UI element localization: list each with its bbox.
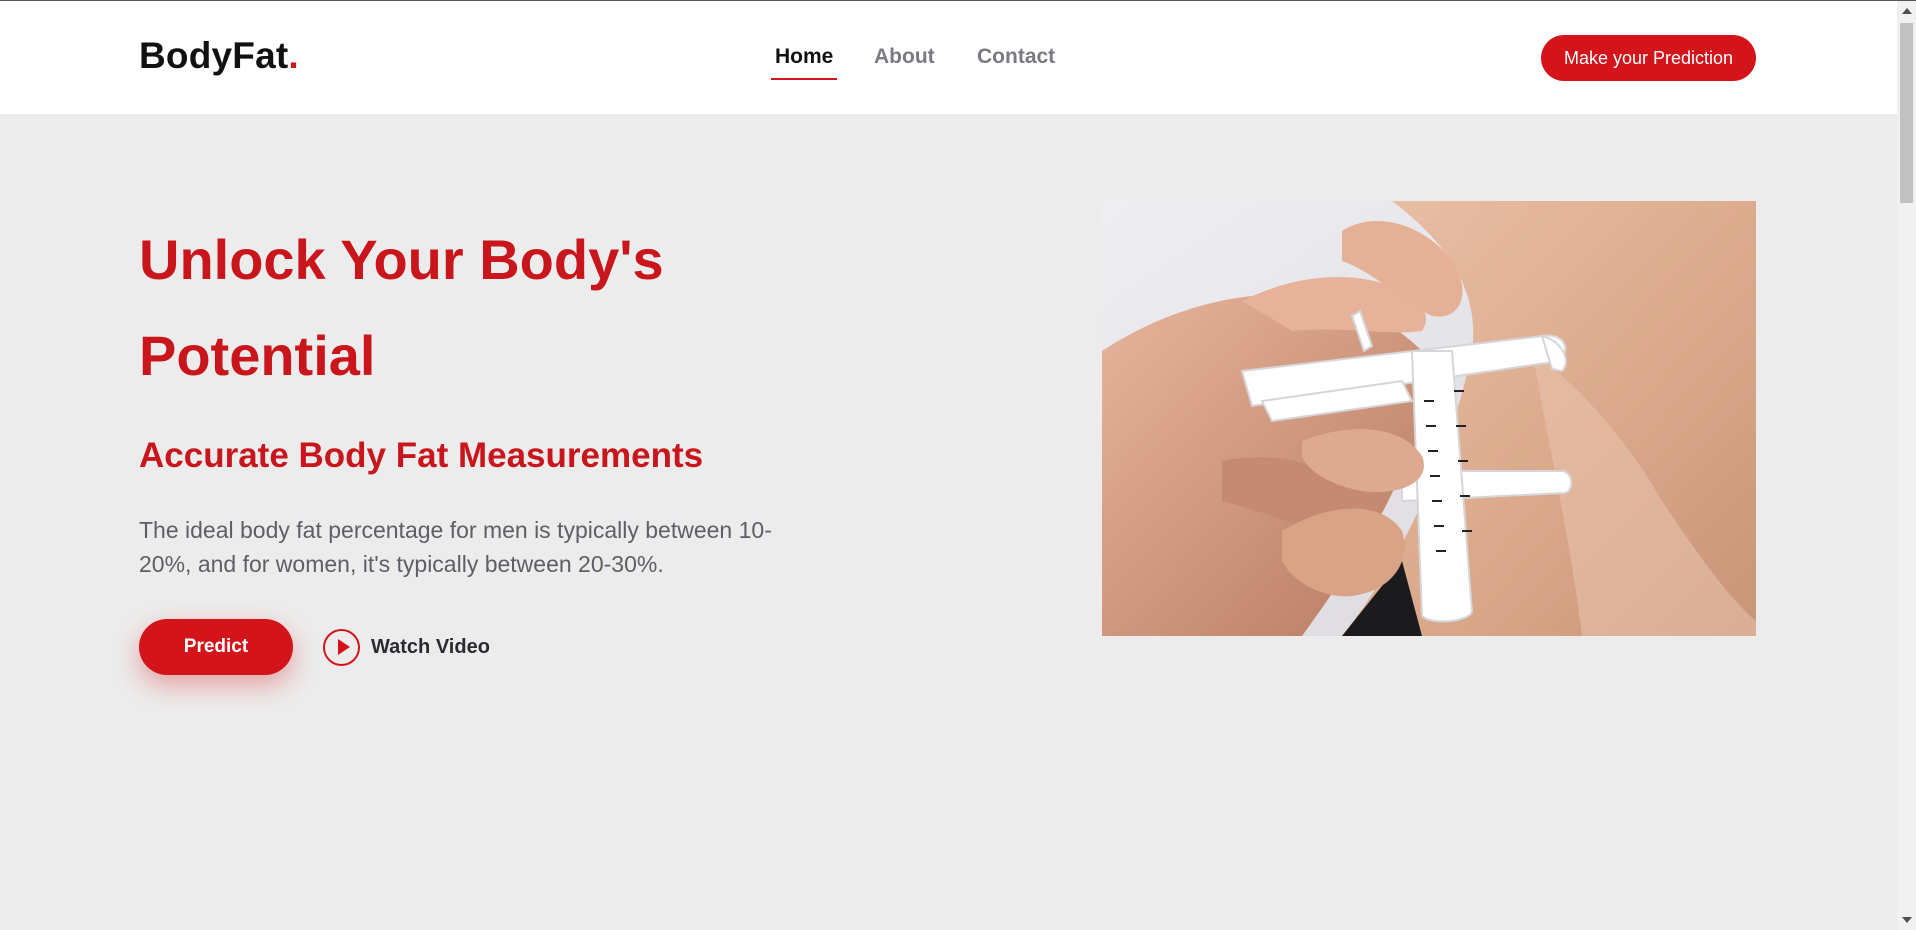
nav-home[interactable]: Home bbox=[771, 45, 838, 80]
nav-about-label: About bbox=[874, 45, 935, 68]
scroll-up-icon[interactable] bbox=[1902, 8, 1912, 14]
hero-title-line2: Potential bbox=[139, 324, 376, 387]
hero-subtitle: Accurate Body Fat Measurements bbox=[139, 436, 704, 475]
page-scrollbar[interactable] bbox=[1897, 1, 1916, 930]
site-header: BodyFat. Home About Contact Make your Pr… bbox=[0, 1, 1897, 114]
nav-contact-label: Contact bbox=[977, 45, 1056, 68]
predict-label: Predict bbox=[183, 636, 249, 657]
nav-about[interactable]: About bbox=[874, 45, 935, 69]
brand-logo[interactable]: BodyFat. bbox=[139, 35, 299, 77]
watch-video-link[interactable]: Watch Video bbox=[323, 627, 490, 667]
make-prediction-label: Make your Prediction bbox=[1563, 47, 1734, 68]
nav-contact[interactable]: Contact bbox=[977, 45, 1055, 69]
play-icon bbox=[323, 628, 360, 666]
hero-image bbox=[1102, 201, 1756, 636]
active-nav-indicator bbox=[771, 78, 838, 80]
hero-description: The ideal body fat percentage for men is… bbox=[139, 517, 772, 577]
hero-title-line1: Unlock Your Body's bbox=[139, 228, 664, 291]
watch-video-label: Watch Video bbox=[371, 635, 490, 658]
make-prediction-button[interactable]: Make your Prediction bbox=[1541, 35, 1756, 81]
predict-button[interactable]: Predict bbox=[139, 619, 293, 675]
skinfold-caliper-photo bbox=[1102, 201, 1756, 636]
hero-title: Unlock Your Body's Potential bbox=[139, 212, 839, 404]
scroll-thumb[interactable] bbox=[1900, 23, 1913, 203]
nav-home-label: Home bbox=[775, 45, 834, 68]
logo-text: BodyFat bbox=[139, 35, 289, 76]
logo-dot: . bbox=[288, 35, 299, 76]
scroll-down-icon[interactable] bbox=[1902, 917, 1912, 923]
